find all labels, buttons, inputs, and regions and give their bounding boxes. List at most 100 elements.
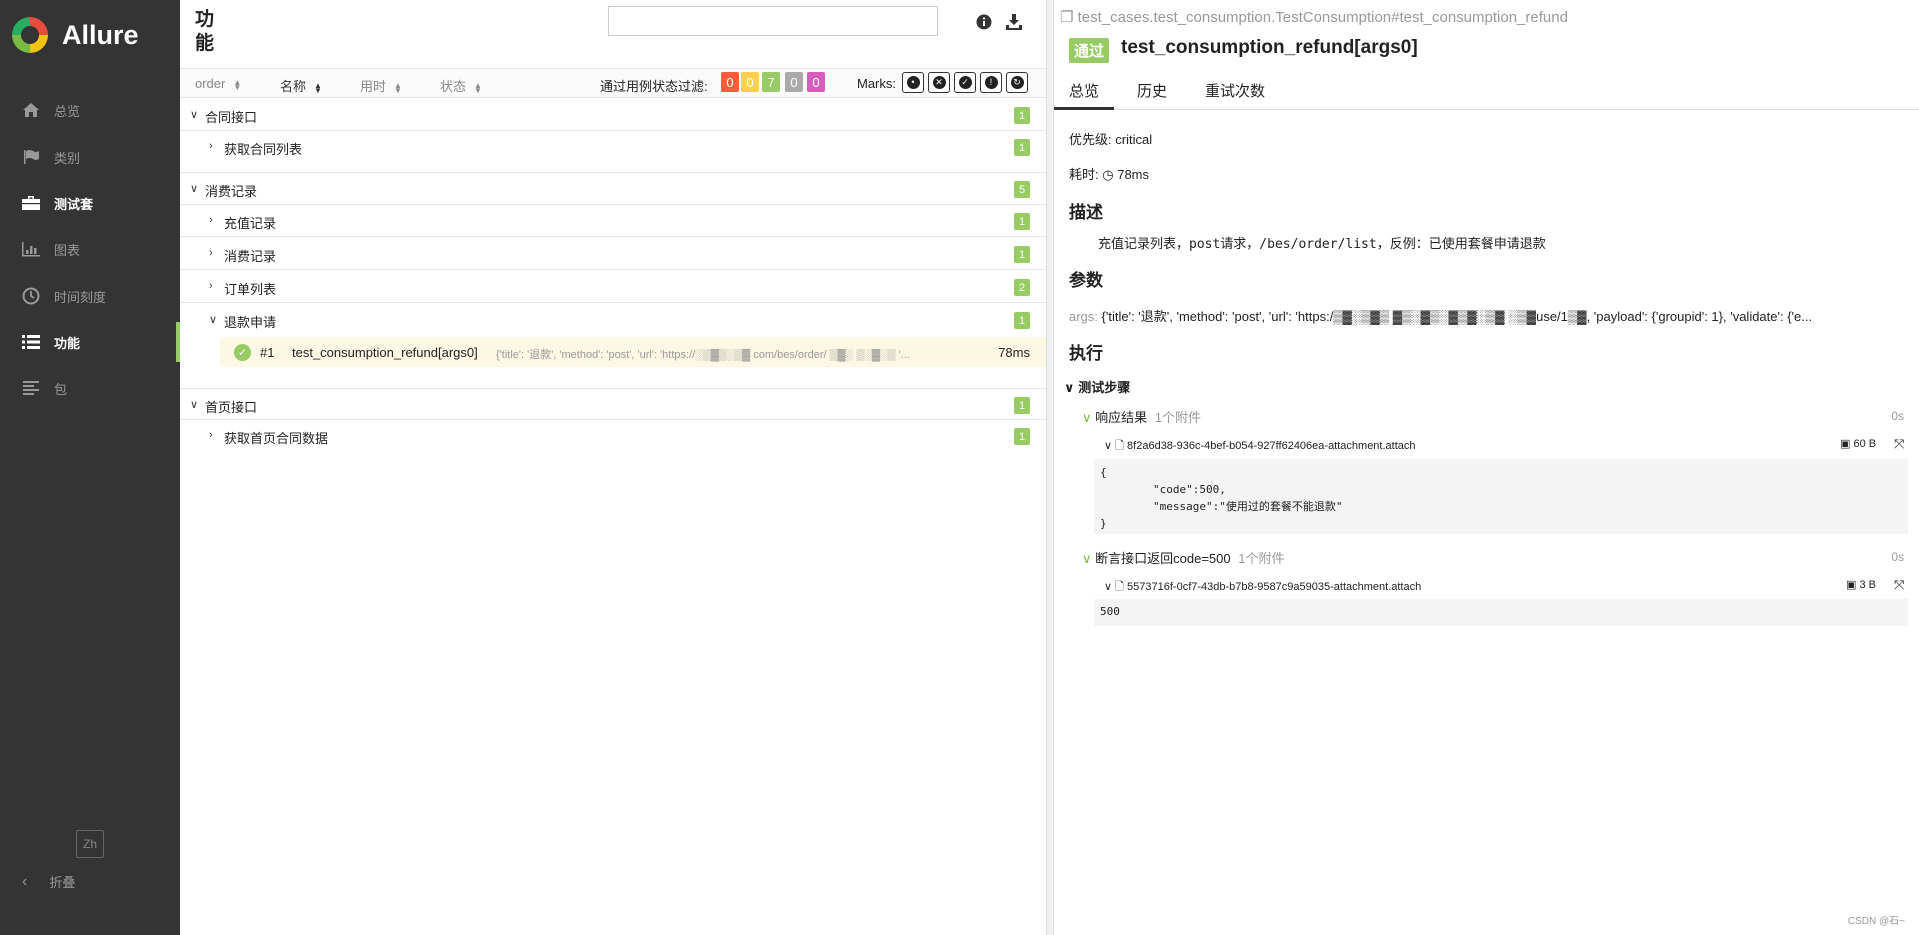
download-icon[interactable]: [1004, 12, 1024, 32]
count-badge: 1: [1014, 246, 1030, 263]
sort-status[interactable]: 状态 ▲ ▼: [440, 76, 482, 95]
tree-group[interactable]: ∨ 首页接口 1: [180, 388, 1046, 420]
nav-item-graphs[interactable]: 图表: [0, 229, 180, 269]
step-assert-code[interactable]: ∨ 断言接口返回code=500 1个附件: [1082, 548, 1284, 567]
nav-item-categories[interactable]: 类别: [0, 137, 180, 177]
tree-group[interactable]: ∨ 消费记录 5: [180, 173, 1046, 205]
attachment-name: 8f2a6d38-936c-4bef-b054-927ff62406ea-att…: [1127, 440, 1416, 452]
chevron-right-icon: ›: [209, 429, 213, 441]
attachment-row[interactable]: ∨ 🗋 8f2a6d38-936c-4bef-b054-927ff62406ea…: [1104, 437, 1416, 456]
mark-new-failed-button[interactable]: ✕: [928, 72, 950, 93]
nav-item-packages[interactable]: 包: [0, 368, 180, 408]
language-switch[interactable]: Zh: [76, 830, 104, 858]
sort-duration[interactable]: 用时 ▲ ▼: [360, 76, 402, 95]
count-badge: 1: [1014, 139, 1030, 156]
group-label: 首页接口: [205, 400, 258, 415]
tree-subgroup[interactable]: ∨ 退款申请 1: [180, 304, 1046, 336]
expand-icon[interactable]: ⤧: [1894, 577, 1904, 593]
check-circle-icon: ✓: [958, 76, 972, 89]
group-label: 获取合同列表: [224, 142, 303, 157]
code-line: "message":"使用过的套餐不能退款": [1100, 500, 1343, 513]
mark-new-broken-button[interactable]: !: [980, 72, 1002, 93]
test-case-row[interactable]: ✓ #1 test_consumption_refund[args0] {'ti…: [220, 337, 1046, 367]
info-icon[interactable]: [974, 12, 994, 32]
nav-item-overview[interactable]: 总览: [0, 90, 180, 130]
group-label: 充值记录: [224, 216, 277, 231]
step-response-result[interactable]: ∨ 响应结果 1个附件: [1082, 407, 1201, 426]
test-title: test_consumption_refund[args0]: [1121, 37, 1418, 58]
test-name: test_consumption_refund[args0]: [292, 345, 478, 360]
search-input[interactable]: [608, 6, 938, 36]
parameter-value: {'title': '退款', 'method': 'post', 'url':…: [1101, 309, 1813, 324]
bomb-icon: •: [906, 76, 920, 89]
parameters-heading: 参数: [1069, 271, 1103, 290]
allure-logo-icon: [12, 17, 48, 53]
tab-overview[interactable]: 总览: [1054, 72, 1115, 110]
nav-label: 包: [54, 381, 68, 397]
tab-retries[interactable]: 重试次数: [1190, 72, 1280, 110]
group-label: 订单列表: [224, 282, 277, 297]
filter-skipped-badge[interactable]: 0: [785, 72, 803, 92]
sort-order[interactable]: order ▲ ▼: [195, 76, 241, 91]
marks-label: Marks:: [857, 76, 896, 91]
tree-subgroup[interactable]: › 消费记录 1: [180, 238, 1046, 270]
list-icon: [18, 334, 44, 350]
count-badge: 5: [1014, 181, 1030, 198]
expand-icon[interactable]: ⤧: [1894, 436, 1904, 452]
tree-pane: 功能 order ▲ ▼ 名称 ▲ ▼ 用时 ▲ ▼ 状态 ▲ ▼ 通过用例状态过滤: 0 0 …: [180, 0, 1046, 935]
filter-broken-badge[interactable]: 0: [741, 72, 759, 92]
nav-item-timeline[interactable]: 时间刻度: [0, 276, 180, 316]
step-time: 0s: [1891, 409, 1904, 423]
test-steps-toggle[interactable]: ∨ 测试步骤: [1064, 377, 1130, 396]
test-full-path[interactable]: ❐ test_cases.test_consumption.TestConsum…: [1060, 8, 1568, 26]
test-number: #1: [260, 345, 275, 360]
mark-retries-button[interactable]: ↻: [1006, 72, 1028, 93]
nav-item-behaviors[interactable]: 功能: [0, 322, 180, 362]
tree-subgroup[interactable]: › 获取首页合同数据 1: [180, 420, 1046, 452]
nav-label: 类别: [54, 150, 81, 166]
chevron-down-icon: ∨: [1104, 581, 1113, 593]
chevron-down-icon: ∨: [190, 399, 199, 411]
copy-icon[interactable]: ❐: [1060, 9, 1073, 26]
filter-passed-badge[interactable]: 7: [762, 72, 780, 92]
filter-unknown-badge[interactable]: 0: [807, 72, 825, 92]
file-icon: 🗋: [1115, 440, 1124, 452]
tree-subgroup[interactable]: › 订单列表 2: [180, 271, 1046, 303]
group-label: 合同接口: [205, 110, 258, 125]
sort-label: order: [195, 76, 226, 91]
logo[interactable]: Allure: [12, 16, 139, 54]
size-value: 60 B: [1853, 438, 1877, 450]
sort-name[interactable]: 名称 ▲ ▼: [280, 76, 322, 95]
sort-arrows-icon: ▲ ▼: [394, 80, 402, 95]
execution-heading: 执行: [1069, 344, 1103, 363]
nav-label: 测试套: [54, 196, 94, 212]
attachment-count: 1个附件: [1154, 410, 1202, 425]
status-filter-label: 通过用例状态过滤:: [600, 79, 708, 94]
briefcase-icon: [18, 195, 44, 211]
size-value: 3 B: [1859, 579, 1876, 591]
collapse-button[interactable]: ‹ 折叠: [22, 872, 75, 891]
exclamation-circle-icon: !: [984, 76, 998, 89]
count-badge: 1: [1014, 107, 1030, 124]
detail-tabs: 总览 历史 重试次数: [1054, 72, 1919, 110]
attachment-name: 5573716f-0cf7-43db-b7b8-9587c9a59035-att…: [1127, 581, 1422, 593]
chevron-left-icon: ‹: [22, 872, 28, 890]
tree-group[interactable]: ∨ 合同接口 1: [180, 99, 1046, 131]
mark-flaky-button[interactable]: •: [902, 72, 924, 93]
pane-splitter[interactable]: [1046, 0, 1054, 935]
description-text: 充值记录列表，post请求，/bes/order/list，反例：已使用套餐申请…: [1098, 237, 1546, 252]
chevron-down-icon: ∨: [1082, 410, 1092, 425]
watermark: CSDN @石~: [1847, 916, 1905, 927]
attachment-row[interactable]: ∨ 🗋 5573716f-0cf7-43db-b7b8-9587c9a59035…: [1104, 578, 1421, 597]
duration-value: 78ms: [1117, 167, 1150, 182]
nav-item-suites[interactable]: 测试套: [0, 183, 180, 223]
code-line: {: [1100, 466, 1107, 479]
bar-chart-icon: [18, 241, 44, 257]
sort-arrows-icon: ▲ ▼: [233, 77, 242, 92]
tree-subgroup[interactable]: › 获取合同列表 1: [180, 131, 1046, 173]
tab-history[interactable]: 历史: [1122, 72, 1182, 110]
tree-subgroup[interactable]: › 充值记录 1: [180, 205, 1046, 237]
mark-new-passed-button[interactable]: ✓: [954, 72, 976, 93]
filter-failed-badge[interactable]: 0: [721, 72, 739, 92]
nav-label: 时间刻度: [54, 289, 107, 305]
